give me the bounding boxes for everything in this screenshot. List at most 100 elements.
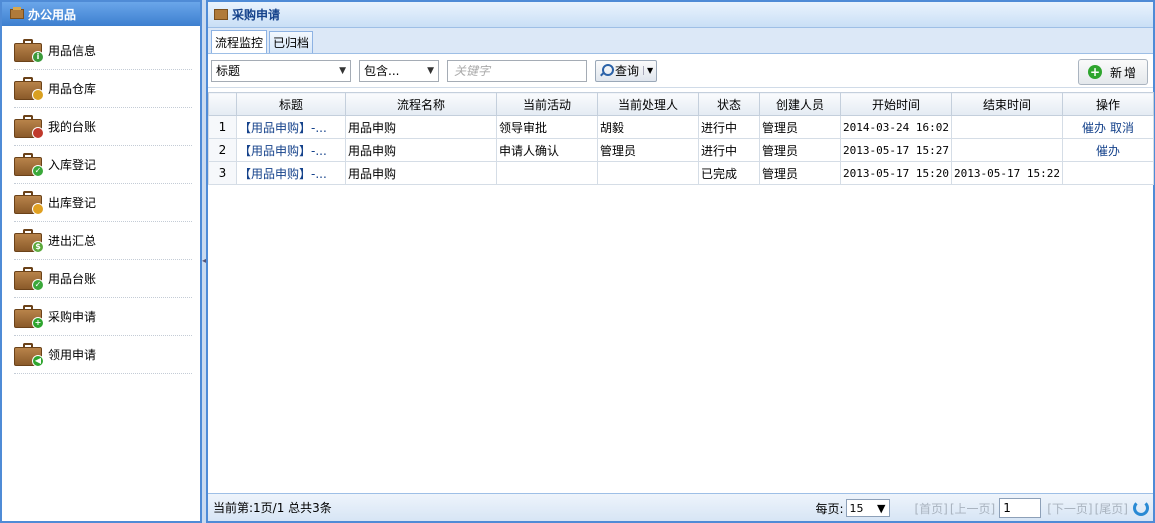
sidebar-item-label: 用品仓库 — [48, 82, 97, 96]
tab-archived[interactable]: 已归档 — [269, 31, 314, 53]
start-time-cell: 2014-03-24 16:02 — [840, 115, 952, 139]
query-button[interactable]: 查询 ▼ — [595, 59, 658, 82]
pagination-bar: 当前第:1页/1 总共3条 每页: 15 ▼ [首页] [上一页] [下一页] … — [208, 493, 1153, 521]
row-number: 1 — [208, 115, 237, 139]
last-page-link[interactable]: [尾页] — [1095, 500, 1128, 517]
query-button-label: 查询 — [615, 64, 640, 78]
urge-link[interactable]: 催办 — [1082, 121, 1106, 135]
current-activity-cell: 领导审批 — [496, 115, 598, 139]
status-cell: 已完成 — [698, 161, 760, 185]
start-time-cell: 2013-05-17 15:20 — [840, 161, 952, 185]
briefcase-icon — [14, 114, 44, 139]
chevron-down-icon: ▼ — [877, 501, 886, 515]
sidebar-item-label: 领用申请 — [48, 348, 97, 362]
sidebar-list: i 用品信息用品仓库我的台账 ✓ 入库登记出库登记 $ 进出汇总 ✓ 用品台账 + 采购申请 ◀ 领用… — [2, 26, 200, 374]
next-page-link[interactable]: [下一页] — [1047, 500, 1092, 517]
plus-icon: + — [1087, 65, 1102, 79]
column-header[interactable]: 结束时间 — [951, 92, 1063, 116]
sidebar-item[interactable]: 出库登记 — [14, 184, 192, 222]
sidebar-item-label: 用品信息 — [48, 44, 97, 58]
header-row: 标题 流程名称 当前活动 当前处理人 状态 创建人员 开始时间 结束时间 操作 — [208, 92, 1154, 116]
sidebar-item-label: 出库登记 — [48, 196, 97, 210]
sidebar-item-label: 进出汇总 — [48, 234, 97, 248]
per-page-value: 15 — [849, 501, 864, 515]
status-badge-icon: ✓ — [32, 278, 44, 291]
page-number-input[interactable] — [999, 498, 1042, 518]
tab-process-monitor[interactable]: 流程监控 — [211, 30, 268, 53]
column-header[interactable]: 当前活动 — [496, 92, 598, 116]
urge-link[interactable]: 催办 — [1096, 144, 1120, 158]
column-header[interactable]: 当前处理人 — [597, 92, 699, 116]
status-badge-icon — [32, 202, 44, 215]
creator-cell: 管理员 — [759, 115, 841, 139]
sidebar-item[interactable]: i 用品信息 — [14, 32, 192, 70]
cancel-link[interactable]: 取消 — [1110, 121, 1134, 135]
keyword-input[interactable] — [447, 59, 587, 82]
current-handler-cell — [597, 161, 699, 185]
sidebar-item-label: 用品台账 — [48, 272, 97, 286]
chevron-down-icon[interactable]: ▼ — [643, 66, 653, 75]
data-grid: 标题 流程名称 当前活动 当前处理人 状态 创建人员 开始时间 结束时间 操作 1 【用品申购】-… — [208, 92, 1154, 185]
column-header[interactable]: 操作 — [1062, 92, 1154, 116]
add-button-label: 新增 — [1109, 65, 1138, 80]
briefcase-icon — [214, 9, 228, 20]
start-time-cell: 2013-05-17 15:27 — [840, 138, 952, 162]
tab-bar: 流程监控 已归档 — [208, 28, 1153, 54]
sidebar-item[interactable]: ✓ 用品台账 — [14, 260, 192, 298]
add-button[interactable]: + 新增 — [1078, 59, 1148, 85]
operator-select[interactable]: 包含... ▼ — [359, 59, 439, 82]
table-row[interactable]: 2 【用品申购】-... 用品申购 申请人确认 管理员 进行中 管理员 2013-05-17 … — [208, 138, 1154, 162]
process-name-cell: 用品申购 — [345, 115, 497, 139]
status-badge-icon — [32, 126, 44, 139]
tab-label: 流程监控 — [215, 35, 264, 50]
current-handler-cell: 胡毅 — [597, 115, 699, 139]
sidebar-item[interactable]: $ 进出汇总 — [14, 222, 192, 260]
briefcase-icon: $ — [14, 228, 44, 253]
status-cell: 进行中 — [698, 138, 760, 162]
title-cell[interactable]: 【用品申购】-... — [236, 115, 346, 139]
briefcase-icon: ✓ — [14, 266, 44, 291]
sidebar-item[interactable]: 我的台账 — [14, 108, 192, 146]
table-row[interactable]: 1 【用品申购】-... 用品申购 领导审批 胡毅 进行中 管理员 2014-03-24 16… — [208, 115, 1154, 139]
panel-header: 采购申请 — [208, 2, 1153, 28]
end-time-cell — [951, 138, 1063, 162]
column-header[interactable]: 开始时间 — [840, 92, 952, 116]
first-page-link[interactable]: [首页] — [915, 500, 948, 517]
title-cell[interactable]: 【用品申购】-... — [236, 138, 346, 162]
status-cell: 进行中 — [698, 115, 760, 139]
per-page-label: 每页: — [815, 501, 844, 516]
briefcase-icon — [14, 190, 44, 215]
column-header[interactable]: 状态 — [698, 92, 760, 116]
actions-cell: 催办 取消 — [1062, 115, 1154, 139]
column-header[interactable] — [208, 92, 237, 116]
sidebar-item[interactable]: 用品仓库 — [14, 70, 192, 108]
chevron-down-icon: ▼ — [427, 65, 434, 76]
column-header[interactable]: 流程名称 — [345, 92, 497, 116]
status-badge-icon: + — [32, 316, 44, 329]
sidebar-item[interactable]: + 采购申请 — [14, 298, 192, 336]
process-name-cell: 用品申购 — [345, 161, 497, 185]
operator-select-value: 包含... — [364, 64, 400, 78]
per-page-select[interactable]: 15 ▼ — [845, 499, 890, 517]
title-cell[interactable]: 【用品申购】-... — [236, 161, 346, 185]
sidebar-item[interactable]: ✓ 入库登记 — [14, 146, 192, 184]
briefcase-icon: i — [14, 38, 44, 63]
column-header[interactable]: 创建人员 — [759, 92, 841, 116]
table-row[interactable]: 3 【用品申购】-... 用品申购 已完成 管理员 2013-05-17 15:20 201… — [208, 161, 1154, 185]
creator-cell: 管理员 — [759, 138, 841, 162]
status-badge-icon: i — [32, 50, 44, 63]
process-name-cell: 用品申购 — [345, 138, 497, 162]
status-badge-icon: $ — [32, 240, 44, 253]
main-panel: 采购申请 流程监控 已归档 标题 ▼ 包含... ▼ 查询 ▼ + 新增 — [206, 0, 1155, 523]
field-select[interactable]: 标题 ▼ — [211, 59, 351, 82]
prev-page-link[interactable]: [上一页] — [950, 500, 995, 517]
panel-title: 采购申请 — [232, 8, 281, 22]
sidebar-item-label: 入库登记 — [48, 158, 97, 172]
end-time-cell — [951, 115, 1063, 139]
status-badge-icon: ✓ — [32, 164, 44, 177]
column-header[interactable]: 标题 — [236, 92, 346, 116]
refresh-icon[interactable] — [1133, 500, 1149, 516]
sidebar-item[interactable]: ◀ 领用申请 — [14, 336, 192, 374]
current-handler-cell: 管理员 — [597, 138, 699, 162]
field-select-value: 标题 — [216, 64, 241, 78]
